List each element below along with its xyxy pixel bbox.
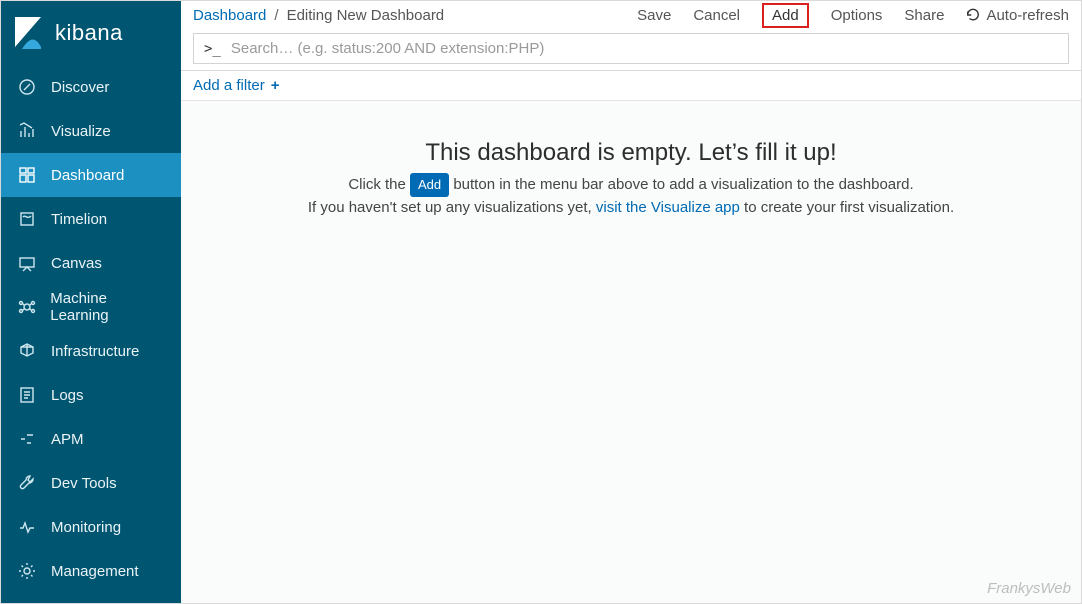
- infrastructure-icon: [17, 342, 37, 360]
- add-token: Add: [410, 173, 449, 197]
- sidebar-item-infrastructure[interactable]: Infrastructure: [1, 329, 181, 373]
- gear-icon: [17, 562, 37, 580]
- empty-line-2: If you haven't set up any visualizations…: [197, 197, 1065, 220]
- sidebar-item-label: Logs: [51, 387, 84, 404]
- sidebar-item-timelion[interactable]: Timelion: [1, 197, 181, 241]
- sidebar-item-label: Timelion: [51, 211, 107, 228]
- sidebar-item-label: Machine Learning: [50, 290, 165, 324]
- heartbeat-icon: [17, 518, 37, 536]
- breadcrumb-root-link[interactable]: Dashboard: [193, 7, 266, 24]
- add-filter-label: Add a filter: [193, 77, 265, 94]
- sidebar-item-devtools[interactable]: Dev Tools: [1, 461, 181, 505]
- apm-icon: [17, 430, 37, 448]
- sidebar-item-label: Management: [51, 563, 139, 580]
- save-button[interactable]: Save: [637, 7, 671, 24]
- cancel-button[interactable]: Cancel: [693, 7, 740, 24]
- canvas-icon: [17, 254, 37, 272]
- sidebar-item-logs[interactable]: Logs: [1, 373, 181, 417]
- empty-heading: This dashboard is empty. Let’s fill it u…: [197, 139, 1065, 167]
- sidebar-item-label: Monitoring: [51, 519, 121, 536]
- breadcrumb-separator: /: [274, 7, 278, 24]
- sidebar-item-visualize[interactable]: Visualize: [1, 109, 181, 153]
- search-bar[interactable]: >_: [193, 33, 1069, 64]
- visit-visualize-link[interactable]: visit the Visualize app: [596, 199, 740, 216]
- sidebar-item-management[interactable]: Management: [1, 549, 181, 593]
- empty-line2-pre: If you haven't set up any visualizations…: [308, 199, 596, 216]
- filter-bar: Add a filter +: [181, 71, 1081, 101]
- compass-icon: [17, 78, 37, 96]
- topbar: Dashboard / Editing New Dashboard Save C…: [181, 1, 1081, 71]
- sidebar-item-dashboard[interactable]: Dashboard: [1, 153, 181, 197]
- sidebar: kibana Discover Visualize Dashboard Time…: [1, 1, 181, 603]
- dashboard-icon: [17, 166, 37, 184]
- wrench-icon: [17, 474, 37, 492]
- sidebar-nav: Discover Visualize Dashboard Timelion Ca…: [1, 65, 181, 593]
- options-button[interactable]: Options: [831, 7, 883, 24]
- main: Dashboard / Editing New Dashboard Save C…: [181, 1, 1081, 603]
- brand-name: kibana: [55, 20, 123, 46]
- share-button[interactable]: Share: [904, 7, 944, 24]
- sidebar-item-label: APM: [51, 431, 84, 448]
- auto-refresh-label: Auto-refresh: [986, 7, 1069, 24]
- dashboard-empty-state: This dashboard is empty. Let’s fill it u…: [181, 101, 1081, 603]
- refresh-icon: [966, 8, 980, 22]
- empty-line1-post: button in the menu bar above to add a vi…: [453, 176, 913, 193]
- chart-icon: [17, 122, 37, 140]
- sidebar-item-discover[interactable]: Discover: [1, 65, 181, 109]
- brand-logo[interactable]: kibana: [1, 1, 181, 65]
- sidebar-item-label: Dashboard: [51, 167, 124, 184]
- add-filter-button[interactable]: Add a filter +: [193, 77, 279, 94]
- sidebar-item-label: Canvas: [51, 255, 102, 272]
- search-input[interactable]: [231, 40, 1058, 57]
- breadcrumb-current: Editing New Dashboard: [287, 7, 445, 24]
- empty-line2-post: to create your first visualization.: [744, 199, 954, 216]
- sidebar-item-monitoring[interactable]: Monitoring: [1, 505, 181, 549]
- add-button[interactable]: Add: [762, 3, 809, 28]
- timelion-icon: [17, 210, 37, 228]
- empty-line1-pre: Click the: [348, 176, 410, 193]
- top-actions: Save Cancel Add Options Share Auto-refre…: [637, 3, 1069, 28]
- sidebar-item-label: Infrastructure: [51, 343, 139, 360]
- sidebar-item-ml[interactable]: Machine Learning: [1, 285, 181, 329]
- sidebar-item-label: Visualize: [51, 123, 111, 140]
- sidebar-item-label: Discover: [51, 79, 109, 96]
- logs-icon: [17, 386, 37, 404]
- kibana-logo-icon: [15, 17, 43, 49]
- ml-icon: [17, 298, 36, 316]
- sidebar-item-canvas[interactable]: Canvas: [1, 241, 181, 285]
- watermark: FrankysWeb: [987, 580, 1071, 597]
- breadcrumb: Dashboard / Editing New Dashboard Save C…: [193, 1, 1069, 29]
- plus-icon: +: [271, 77, 280, 94]
- sidebar-item-label: Dev Tools: [51, 475, 117, 492]
- console-icon: >_: [204, 41, 221, 57]
- auto-refresh-button[interactable]: Auto-refresh: [966, 7, 1069, 24]
- empty-line-1: Click the Add button in the menu bar abo…: [197, 173, 1065, 197]
- sidebar-item-apm[interactable]: APM: [1, 417, 181, 461]
